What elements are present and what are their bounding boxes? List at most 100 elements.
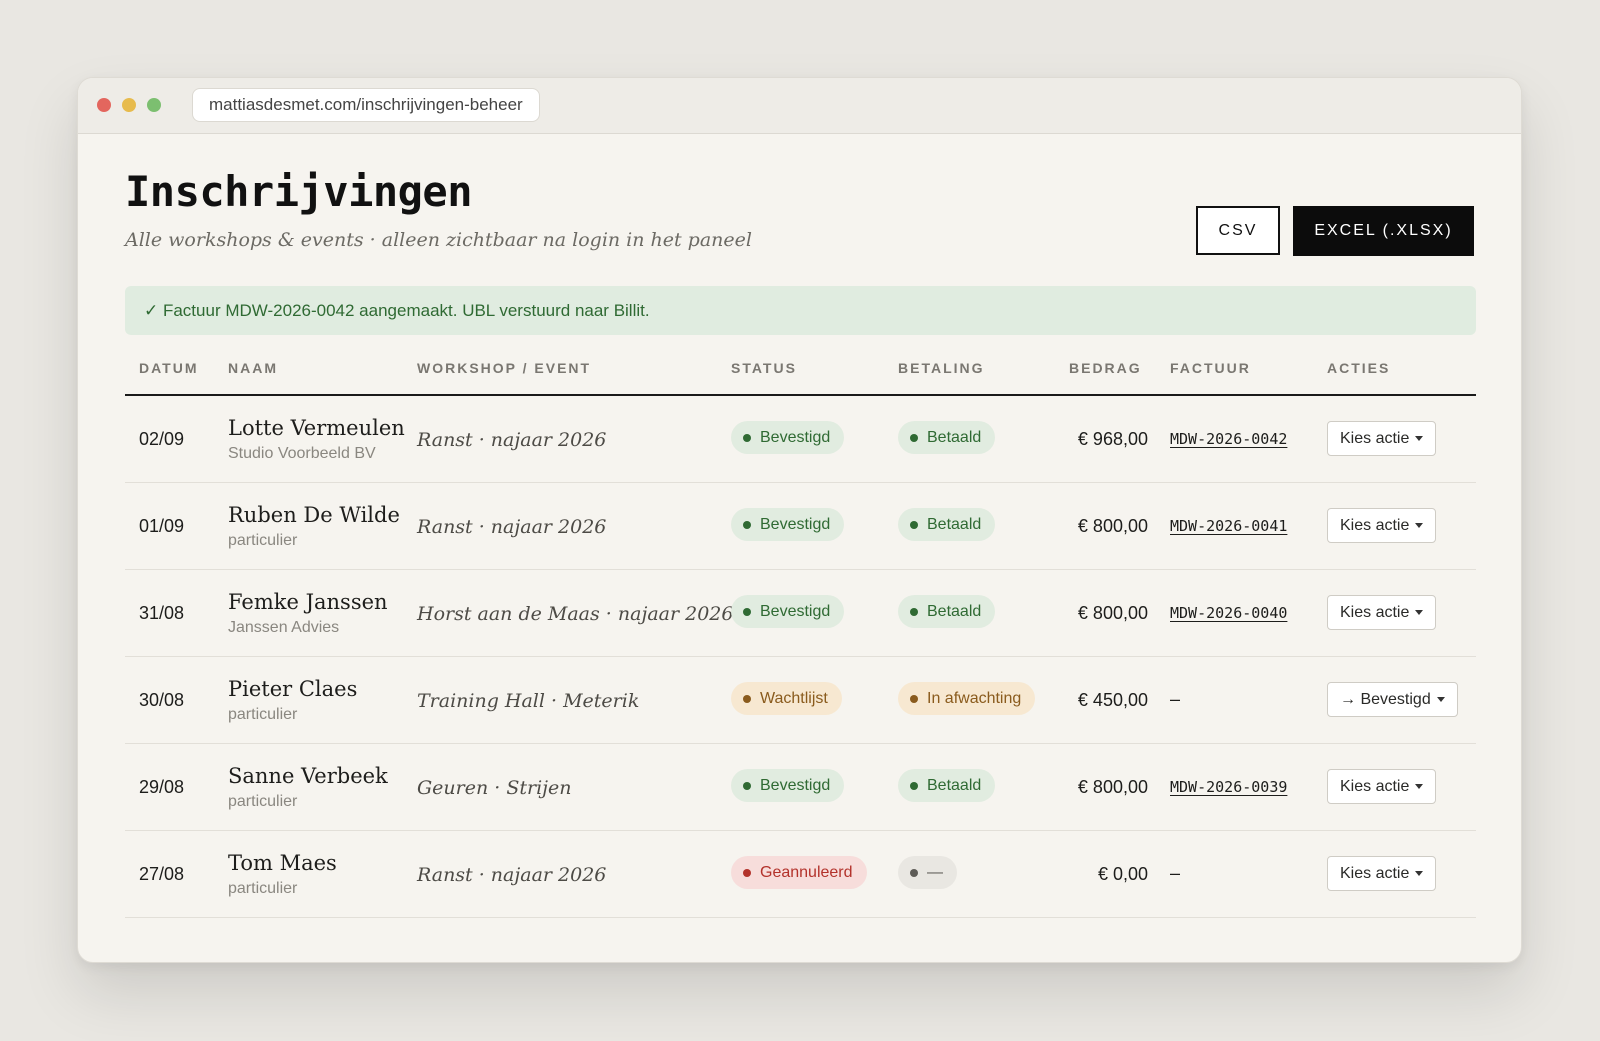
action-dropdown[interactable]: Kies actie xyxy=(1327,856,1437,891)
action-dropdown-label: Kies actie xyxy=(1340,429,1410,447)
row-name: Tom Maes xyxy=(228,851,337,875)
minimize-window-icon[interactable] xyxy=(122,98,136,112)
payment-badge: In afwachting xyxy=(898,682,1036,715)
payment-label: Betaald xyxy=(927,776,982,794)
action-dropdown-label: Kies actie xyxy=(1340,603,1410,621)
browser-window: mattiasdesmet.com/inschrijvingen-beheer … xyxy=(77,77,1522,963)
row-organisation: Janssen Advies xyxy=(228,619,340,636)
payment-dot-icon xyxy=(910,694,918,703)
row-amount-cell: € 800,00 xyxy=(1055,744,1148,830)
row-amount-cell: € 800,00 xyxy=(1055,483,1148,569)
chevron-down-icon xyxy=(1415,784,1424,789)
invoice-link[interactable]: MDW-2026-0040 xyxy=(1170,604,1287,622)
status-dot-icon xyxy=(743,520,751,529)
payment-label: Betaald xyxy=(927,602,982,620)
address-bar[interactable]: mattiasdesmet.com/inschrijvingen-beheer xyxy=(192,88,540,122)
row-name: Pieter Claes xyxy=(228,677,358,701)
row-organisation: particulier xyxy=(228,532,298,549)
success-notice: ✓ Factuur MDW-2026-0042 aangemaakt. UBL … xyxy=(125,286,1476,335)
invoice-link[interactable]: MDW-2026-0041 xyxy=(1170,517,1287,535)
action-dropdown[interactable]: Kies actie xyxy=(1327,595,1437,630)
close-window-icon[interactable] xyxy=(97,98,111,112)
row-amount: € 800,00 xyxy=(1077,603,1148,623)
payment-dot-icon xyxy=(910,607,918,616)
table-row: 02/09 Lotte Vermeulen Studio Voorbeeld B… xyxy=(125,396,1476,483)
status-dot-icon xyxy=(743,868,751,877)
row-organisation: particulier xyxy=(228,880,298,897)
page-subtitle: Alle workshops & events · alleen zichtba… xyxy=(125,229,752,251)
payment-dot-icon xyxy=(910,520,918,529)
column-header-amount: BEDRAG xyxy=(1069,360,1142,376)
row-name: Femke Janssen xyxy=(228,590,388,614)
row-event: Geuren · Strijen xyxy=(417,777,572,799)
row-amount-cell: € 450,00 xyxy=(1055,657,1148,743)
row-date: 30/08 xyxy=(139,690,185,710)
column-header-payment: BETALING xyxy=(898,360,985,376)
status-dot-icon xyxy=(743,781,751,790)
status-badge: Bevestigd xyxy=(731,508,845,541)
action-dropdown-label: Kies actie xyxy=(1340,864,1410,882)
export-csv-button[interactable]: CSV xyxy=(1196,206,1280,255)
action-dropdown-label: Kies actie xyxy=(1340,777,1410,795)
status-badge: Bevestigd xyxy=(731,421,845,454)
row-organisation: Studio Voorbeeld BV xyxy=(228,445,376,462)
row-event: Ranst · najaar 2026 xyxy=(417,429,607,451)
row-event: Training Hall · Meterik xyxy=(417,690,640,712)
status-label: Bevestigd xyxy=(760,515,831,533)
row-amount: € 968,00 xyxy=(1077,429,1148,449)
action-dropdown[interactable]: → Bevestigd xyxy=(1327,682,1458,717)
status-label: Wachtlijst xyxy=(760,689,828,707)
table-row: 27/08 Tom Maes particulier Ranst · najaa… xyxy=(125,831,1476,918)
action-dropdown-label: Kies actie xyxy=(1340,516,1410,534)
invoice-empty: – xyxy=(1170,689,1181,709)
payment-badge: — xyxy=(898,856,957,889)
chevron-down-icon xyxy=(1415,523,1424,528)
maximize-window-icon[interactable] xyxy=(147,98,161,112)
page-title: Inschrijvingen xyxy=(125,167,473,216)
table-row: 31/08 Femke Janssen Janssen Advies Horst… xyxy=(125,570,1476,657)
payment-label: Betaald xyxy=(927,515,982,533)
row-amount-cell: € 968,00 xyxy=(1055,396,1148,482)
payment-label: — xyxy=(927,863,943,881)
row-date: 29/08 xyxy=(139,777,185,797)
row-date: 02/09 xyxy=(139,429,185,449)
column-header-invoice: FACTUUR xyxy=(1170,360,1251,376)
row-name: Lotte Vermeulen xyxy=(228,416,405,440)
export-excel-button[interactable]: EXCEL (.XLSX) xyxy=(1293,206,1474,256)
row-organisation: particulier xyxy=(228,706,298,723)
invoice-link[interactable]: MDW-2026-0039 xyxy=(1170,778,1287,796)
action-dropdown[interactable]: Kies actie xyxy=(1327,508,1437,543)
row-event: Ranst · najaar 2026 xyxy=(417,864,607,886)
status-badge: Bevestigd xyxy=(731,595,845,628)
row-name: Ruben De Wilde xyxy=(228,503,400,527)
payment-label: In afwachting xyxy=(927,689,1022,707)
status-label: Geannuleerd xyxy=(760,863,853,881)
row-date: 27/08 xyxy=(139,864,185,884)
action-dropdown[interactable]: Kies actie xyxy=(1327,769,1437,804)
chevron-down-icon xyxy=(1415,610,1424,615)
chevron-down-icon xyxy=(1415,871,1424,876)
row-amount: € 800,00 xyxy=(1077,777,1148,797)
action-dropdown[interactable]: Kies actie xyxy=(1327,421,1437,456)
table-row: 29/08 Sanne Verbeek particulier Geuren ·… xyxy=(125,744,1476,831)
column-header-date: DATUM xyxy=(139,360,199,376)
payment-badge: Betaald xyxy=(898,769,996,802)
invoice-link[interactable]: MDW-2026-0042 xyxy=(1170,430,1287,448)
row-amount: € 800,00 xyxy=(1077,516,1148,536)
row-date: 01/09 xyxy=(139,516,185,536)
chevron-down-icon xyxy=(1436,697,1445,702)
row-amount-cell: € 0,00 xyxy=(1055,831,1148,917)
row-organisation: particulier xyxy=(228,793,298,810)
payment-dot-icon xyxy=(910,781,918,790)
row-amount-cell: € 800,00 xyxy=(1055,570,1148,656)
invoice-empty: – xyxy=(1170,863,1181,883)
table-row: 30/08 Pieter Claes particulier Training … xyxy=(125,657,1476,744)
column-header-event: WORKSHOP / EVENT xyxy=(417,360,592,376)
payment-badge: Betaald xyxy=(898,421,996,454)
row-date: 31/08 xyxy=(139,603,185,623)
status-dot-icon xyxy=(743,607,751,616)
status-badge: Geannuleerd xyxy=(731,856,867,889)
chevron-down-icon xyxy=(1415,436,1424,441)
payment-label: Betaald xyxy=(927,428,982,446)
status-label: Bevestigd xyxy=(760,776,831,794)
